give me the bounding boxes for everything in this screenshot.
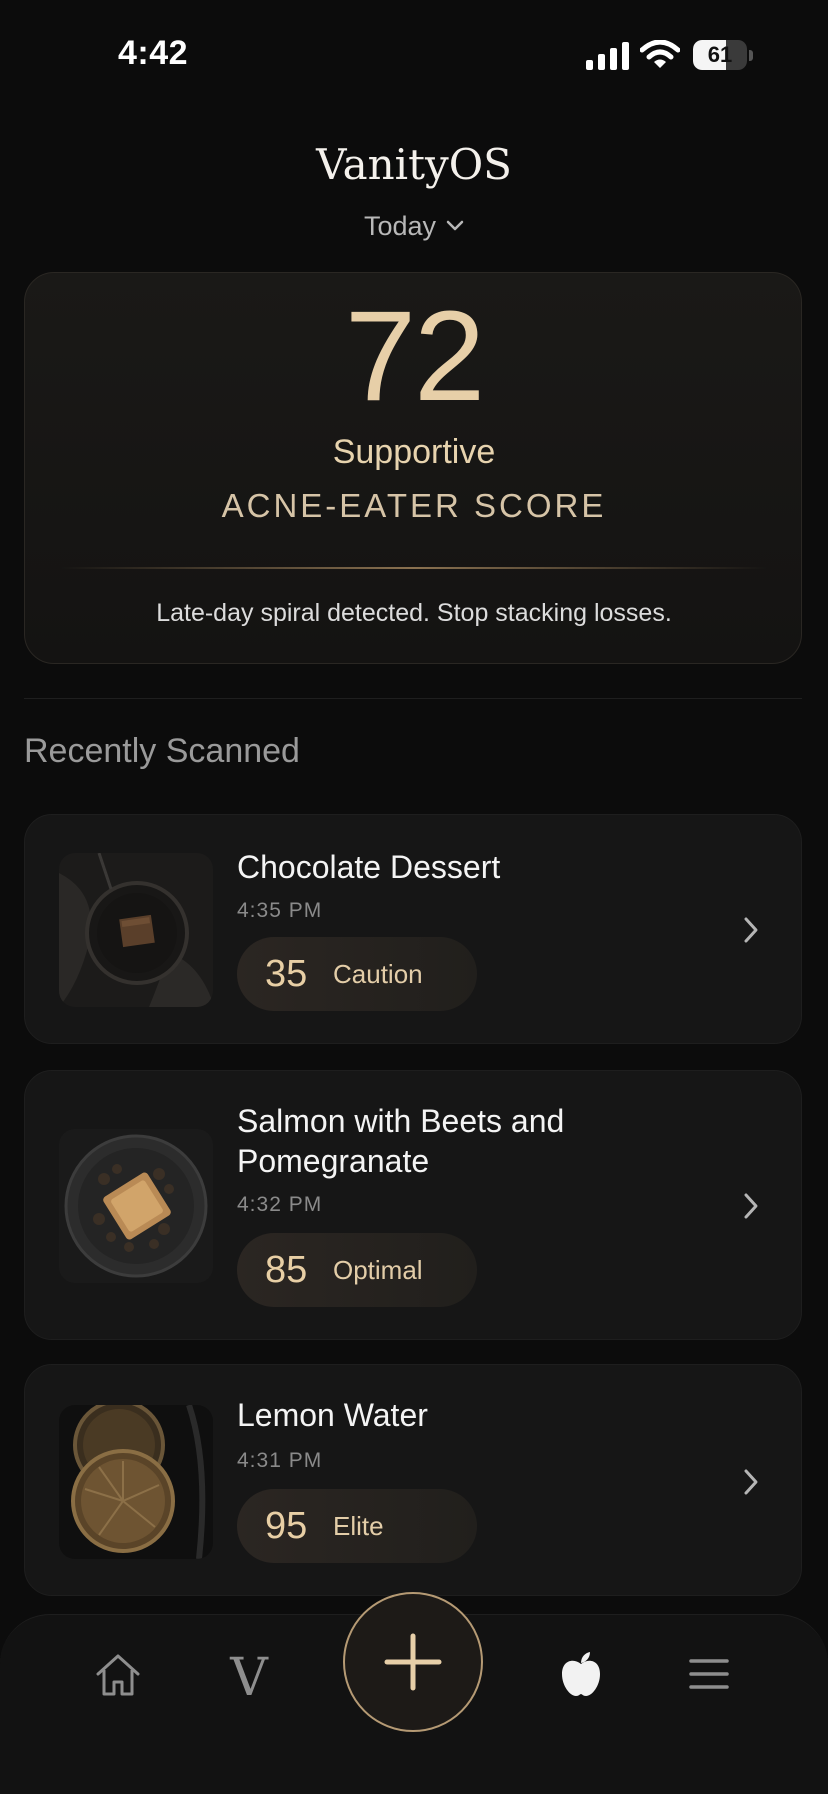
date-selector-label: Today <box>363 210 437 241</box>
scan-name: Salmon with Beets and Pomegranate <box>237 1103 565 1179</box>
scan-name: Chocolate Dessert <box>237 849 501 885</box>
food-thumbnail <box>59 1129 213 1283</box>
plus-icon <box>384 1633 442 1691</box>
scan-name: Lemon Water <box>237 1397 428 1433</box>
pill-score: 85 <box>265 1249 308 1291</box>
add-scan-button[interactable] <box>343 1592 483 1732</box>
score-card[interactable]: 72 Supportive ACNE-EATER SCORE Late-day … <box>24 272 802 664</box>
scan-card[interactable]: Lemon Water 4:31 PM 95 Elite <box>24 1364 802 1596</box>
signal-icon <box>586 42 629 70</box>
section-divider <box>24 698 802 699</box>
battery-cap <box>749 50 753 61</box>
chevron-right-icon <box>744 1193 758 1219</box>
scan-time: 4:32 PM <box>237 1193 323 1216</box>
date-selector[interactable]: Today <box>330 204 498 248</box>
battery-level: 61 <box>707 42 733 67</box>
scan-time: 4:31 PM <box>237 1449 323 1472</box>
pill-score: 95 <box>265 1505 308 1547</box>
score-pill: 95 Elite <box>237 1489 477 1563</box>
score-label: ACNE-EATER SCORE <box>221 487 607 524</box>
food-thumbnail <box>59 1405 213 1559</box>
status-time: 4:42 <box>118 34 189 72</box>
score-message: Late-day spiral detected. Stop stacking … <box>156 599 672 627</box>
scan-time: 4:35 PM <box>237 899 323 922</box>
pill-rating: Elite <box>333 1511 384 1541</box>
pill-score: 35 <box>265 953 308 995</box>
score-level: Supportive <box>332 433 496 471</box>
vanity-tab[interactable]: V <box>224 1648 274 1708</box>
screen: 4:42 61 VanityOS Today 72 Supportive ACN… <box>0 0 828 1794</box>
score-divider <box>61 567 767 569</box>
food-thumbnail <box>59 853 213 1007</box>
pill-rating: Optimal <box>333 1255 423 1285</box>
menu-icon[interactable] <box>688 1656 730 1692</box>
app-title: VanityOS <box>316 140 512 189</box>
wifi-icon <box>640 40 680 68</box>
pill-rating: Caution <box>333 959 423 989</box>
chevron-down-icon <box>446 220 464 231</box>
apple-icon[interactable] <box>560 1650 602 1698</box>
chevron-right-icon <box>744 1469 758 1495</box>
scan-card[interactable]: Salmon with Beets and Pomegranate 4:32 P… <box>24 1070 802 1340</box>
score-value: 72 <box>344 285 485 428</box>
battery-icon: 61 <box>693 40 747 70</box>
home-icon[interactable] <box>94 1652 142 1698</box>
scan-card[interactable]: Chocolate Dessert 4:35 PM 35 Caution <box>24 814 802 1044</box>
battery-indicator: 61 <box>693 40 753 72</box>
score-pill: 35 Caution <box>237 937 477 1011</box>
chevron-right-icon <box>744 917 758 943</box>
score-pill: 85 Optimal <box>237 1233 477 1307</box>
section-title: Recently Scanned <box>24 732 300 770</box>
status-bar: 4:42 61 <box>0 0 828 110</box>
